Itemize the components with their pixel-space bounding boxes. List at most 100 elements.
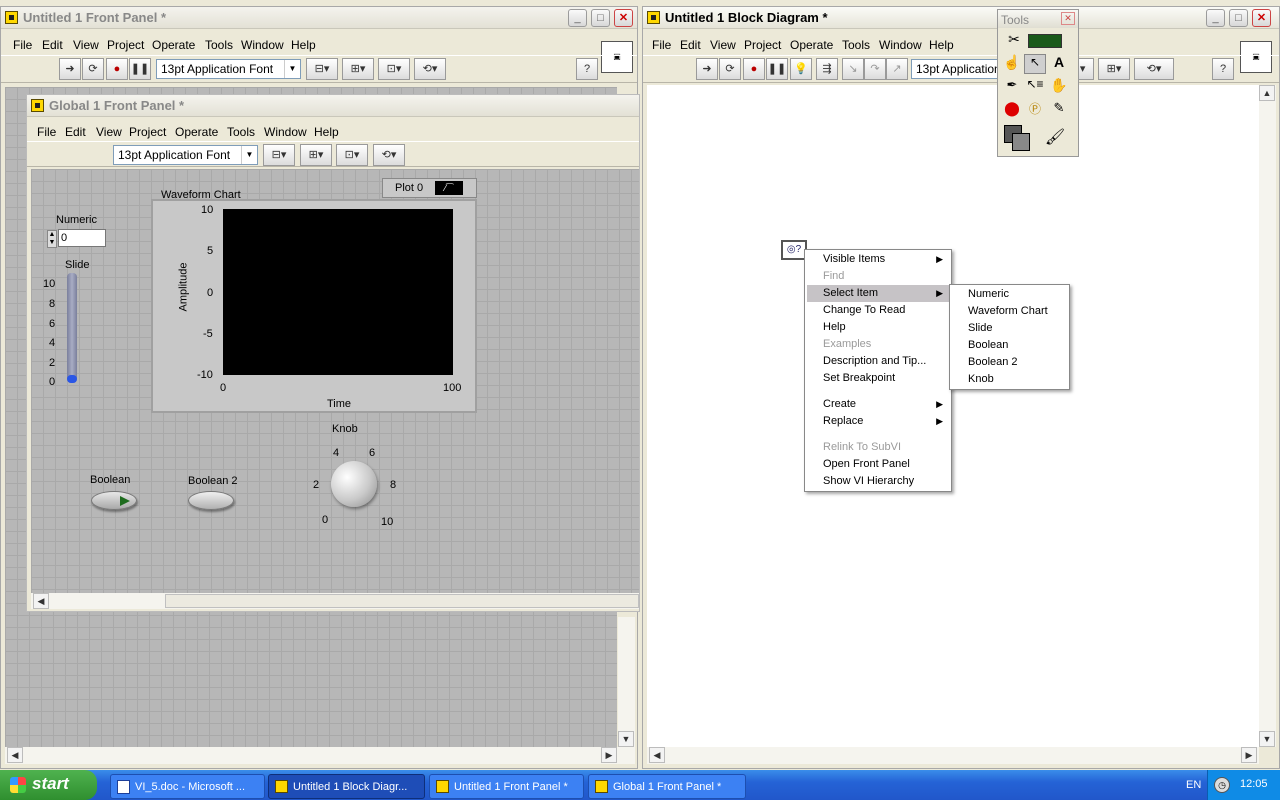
chart-plot-area[interactable] — [223, 209, 453, 375]
taskbar-item-global-panel[interactable]: Global 1 Front Panel * — [588, 774, 746, 799]
highlight-execution-button[interactable]: 💡 — [790, 58, 812, 80]
close-icon[interactable]: ✕ — [1061, 12, 1075, 25]
scroll-right-button[interactable]: ▶ — [601, 747, 617, 763]
scroll-thumb[interactable] — [165, 594, 639, 608]
set-color-icon[interactable] — [1002, 123, 1034, 153]
boolean-2-button[interactable] — [188, 491, 234, 510]
align-objects-button[interactable]: ⊟▾ — [306, 58, 338, 80]
menu-tools[interactable]: Tools — [227, 125, 255, 139]
submenu-item-waveform-chart[interactable]: Waveform Chart — [952, 303, 1067, 320]
horizontal-scrollbar[interactable]: ◀ — [31, 593, 639, 609]
menu-item-description-and-tip[interactable]: Description and Tip... — [807, 353, 949, 370]
brush-icon[interactable]: 🖌 — [1042, 127, 1068, 151]
menu-window[interactable]: Window — [264, 125, 307, 139]
pause-button[interactable]: ❚❚ — [129, 58, 151, 80]
menu-window[interactable]: Window — [241, 38, 284, 52]
abort-button[interactable]: ● — [106, 58, 128, 80]
menu-window[interactable]: Window — [879, 38, 922, 52]
scroll-up-button[interactable]: ▲ — [1259, 85, 1275, 101]
edit-text-icon[interactable]: A — [1048, 54, 1070, 74]
menu-file[interactable]: File — [13, 38, 32, 52]
scroll-right-button[interactable]: ▶ — [1241, 747, 1257, 763]
numeric-control[interactable]: 0 — [58, 229, 106, 247]
maximize-button[interactable]: □ — [1229, 9, 1248, 27]
distribute-objects-button[interactable]: ⊞▾ — [1098, 58, 1130, 80]
scroll-left-button[interactable]: ◀ — [33, 593, 49, 609]
menu-project[interactable]: Project — [744, 38, 781, 52]
auto-tool-icon[interactable]: ✂ — [1002, 31, 1026, 51]
step-over-button[interactable]: ↷ — [864, 58, 886, 80]
menu-view[interactable]: View — [710, 38, 736, 52]
retain-wire-values-button[interactable]: ⇶ — [816, 58, 838, 80]
block-diagram-titlebar[interactable]: Untitled 1 Block Diagram * _ □ ✕ — [643, 7, 1279, 29]
menu-file[interactable]: File — [652, 38, 671, 52]
start-button[interactable]: start — [0, 770, 97, 800]
abort-button[interactable]: ● — [743, 58, 765, 80]
reorder-button[interactable]: ⟲▾ — [373, 144, 405, 166]
menu-item-create[interactable]: Create ▶ — [807, 396, 949, 413]
step-out-button[interactable]: ↗ — [886, 58, 908, 80]
menu-item-help[interactable]: Help — [807, 319, 949, 336]
submenu-item-slide[interactable]: Slide — [952, 320, 1067, 337]
run-continuously-button[interactable]: ⟳ — [82, 58, 104, 80]
connect-wire-icon[interactable]: ✒ — [1001, 77, 1023, 97]
language-indicator[interactable]: EN — [1186, 779, 1201, 791]
object-shortcut-menu-icon[interactable]: ↖≡ — [1024, 77, 1046, 97]
context-help-button[interactable]: ? — [1212, 58, 1234, 80]
taskbar-item-block-diagram[interactable]: Untitled 1 Block Diagr... — [268, 774, 425, 799]
menu-item-replace[interactable]: Replace ▶ — [807, 413, 949, 430]
probe-data-icon[interactable]: Ⓟ — [1024, 100, 1046, 120]
menu-tools[interactable]: Tools — [205, 38, 233, 52]
clock-icon[interactable]: ◷ — [1214, 777, 1230, 793]
menu-edit[interactable]: Edit — [42, 38, 63, 52]
menu-view[interactable]: View — [73, 38, 99, 52]
vertical-scrollbar[interactable]: ▼ — [618, 617, 635, 747]
block-diagram-canvas[interactable] — [647, 85, 1259, 747]
menu-edit[interactable]: Edit — [65, 125, 86, 139]
distribute-objects-button[interactable]: ⊞▾ — [342, 58, 374, 80]
font-selector[interactable]: 13pt Application Font▼ — [113, 145, 258, 165]
menu-operate[interactable]: Operate — [152, 38, 195, 52]
menu-file[interactable]: File — [37, 125, 56, 139]
distribute-objects-button[interactable]: ⊞▾ — [300, 144, 332, 166]
menu-item-open-front-panel[interactable]: Open Front Panel — [807, 456, 949, 473]
menu-view[interactable]: View — [96, 125, 122, 139]
menu-edit[interactable]: Edit — [680, 38, 701, 52]
scroll-left-button[interactable]: ◀ — [7, 747, 23, 763]
step-into-button[interactable]: ↘ — [842, 58, 864, 80]
numeric-increment-arrows[interactable]: ▲ ▼ — [47, 230, 57, 248]
horizontal-scrollbar[interactable]: ◀ ▶ — [647, 747, 1259, 764]
resize-objects-button[interactable]: ⊡▾ — [336, 144, 368, 166]
scroll-down-button[interactable]: ▼ — [1259, 731, 1275, 747]
close-button[interactable]: ✕ — [1252, 9, 1271, 27]
font-selector[interactable]: 13pt Application Font▼ — [156, 59, 301, 79]
breakpoint-icon[interactable]: ⬤ — [1001, 100, 1023, 120]
position-select-icon[interactable]: ↖ — [1024, 54, 1046, 74]
menu-project[interactable]: Project — [129, 125, 166, 139]
pause-button[interactable]: ❚❚ — [766, 58, 788, 80]
menu-item-select-item[interactable]: Select Item ▶ — [807, 285, 949, 302]
slide-track[interactable] — [67, 273, 77, 383]
global-panel-canvas[interactable]: Numeric ▲ ▼ 0 Slide 10 8 6 4 2 0 Waveform… — [31, 169, 639, 593]
maximize-button[interactable]: □ — [591, 9, 610, 27]
menu-help[interactable]: Help — [929, 38, 954, 52]
menu-operate[interactable]: Operate — [790, 38, 833, 52]
submenu-item-boolean[interactable]: Boolean — [952, 337, 1067, 354]
run-arrow-button[interactable]: ➜ — [696, 58, 718, 80]
resize-objects-button[interactable]: ⊡▾ — [378, 58, 410, 80]
menu-item-visible-items[interactable]: Visible Items ▶ — [807, 251, 949, 268]
run-arrow-button[interactable]: ➜ — [59, 58, 81, 80]
minimize-button[interactable]: _ — [1206, 9, 1225, 27]
menu-operate[interactable]: Operate — [175, 125, 218, 139]
menu-item-show-vi-hierarchy[interactable]: Show VI Hierarchy — [807, 473, 949, 490]
align-objects-button[interactable]: ⊟▾ — [263, 144, 295, 166]
scroll-left-button[interactable]: ◀ — [649, 747, 665, 763]
minimize-button[interactable]: _ — [568, 9, 587, 27]
submenu-item-boolean-2[interactable]: Boolean 2 — [952, 354, 1067, 371]
menu-project[interactable]: Project — [107, 38, 144, 52]
context-help-button[interactable]: ? — [576, 58, 598, 80]
submenu-item-knob[interactable]: Knob — [952, 371, 1067, 388]
tools-palette-titlebar[interactable]: Tools ✕ — [998, 10, 1078, 28]
operate-value-icon[interactable]: ☝ — [1001, 54, 1023, 74]
menu-item-change-to-read[interactable]: Change To Read — [807, 302, 949, 319]
